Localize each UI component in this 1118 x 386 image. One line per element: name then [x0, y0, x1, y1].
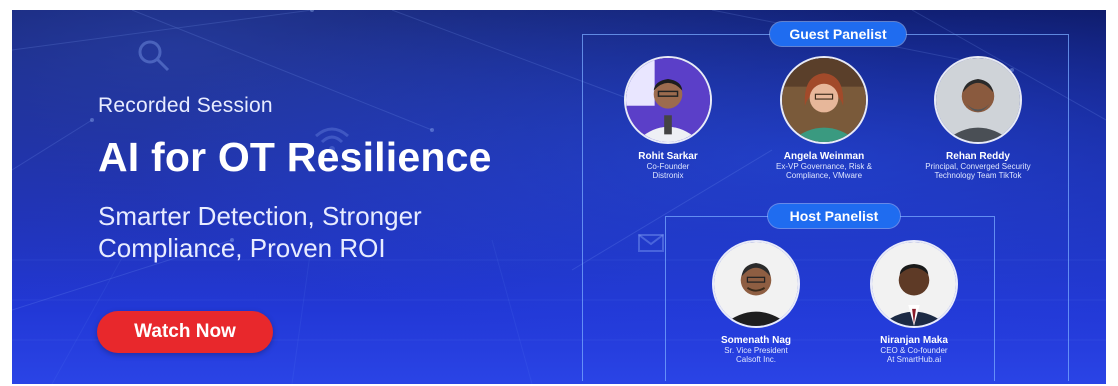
host-panelist-label: Host Panelist [768, 204, 900, 228]
panelist-card: Niranjan Maka CEO & Co-founder At SmartH… [844, 240, 984, 364]
panelist-name: Angela Weinman [783, 151, 865, 162]
panelist-name: Somenath Nag [720, 335, 791, 346]
search-icon [138, 40, 170, 72]
panelist-role: Principal, Converged Security [925, 162, 1031, 171]
avatar [870, 240, 958, 328]
panelist-card: Rohit Sarkar Co-Founder Distronix [598, 56, 738, 180]
panelist-company: At SmartHub.ai [886, 355, 942, 364]
panelist-company: Calsoft Inc. [735, 355, 776, 364]
avatar [934, 56, 1022, 144]
panelist-card: Angela Weinman Ex-VP Governance, Risk & … [754, 56, 894, 180]
avatar [712, 240, 800, 328]
panelist-company: Distronix [652, 171, 684, 180]
guest-panelist-label: Guest Panelist [770, 22, 906, 46]
panelist-name: Rohit Sarkar [638, 151, 698, 162]
panelist-role: Co-Founder [646, 162, 690, 171]
panelist-name: Rehan Reddy [946, 151, 1010, 162]
avatar [780, 56, 868, 144]
panelist-company: Compliance, VMware [785, 171, 863, 180]
session-title: AI for OT Resilience [98, 134, 492, 180]
panelist-name: Niranjan Maka [880, 335, 948, 346]
panelist-role: Sr. Vice President [724, 346, 788, 355]
panelist-card: Rehan Reddy Principal, Converged Securit… [908, 56, 1048, 180]
session-subtitle: Smarter Detection, Stronger Compliance, … [98, 201, 422, 263]
webinar-banner[interactable]: Recorded Session AI for OT Resilience Sm… [12, 10, 1106, 384]
panelist-role: Ex-VP Governance, Risk & [776, 162, 872, 171]
watch-now-button[interactable]: Watch Now [97, 311, 273, 353]
panelist-card: Somenath Nag Sr. Vice President Calsoft … [686, 240, 826, 364]
avatar [624, 56, 712, 144]
panelist-company: Technology Team TikTok [934, 171, 1022, 180]
session-type-label: Recorded Session [98, 94, 273, 117]
panelist-role: CEO & Co-founder [880, 346, 948, 355]
